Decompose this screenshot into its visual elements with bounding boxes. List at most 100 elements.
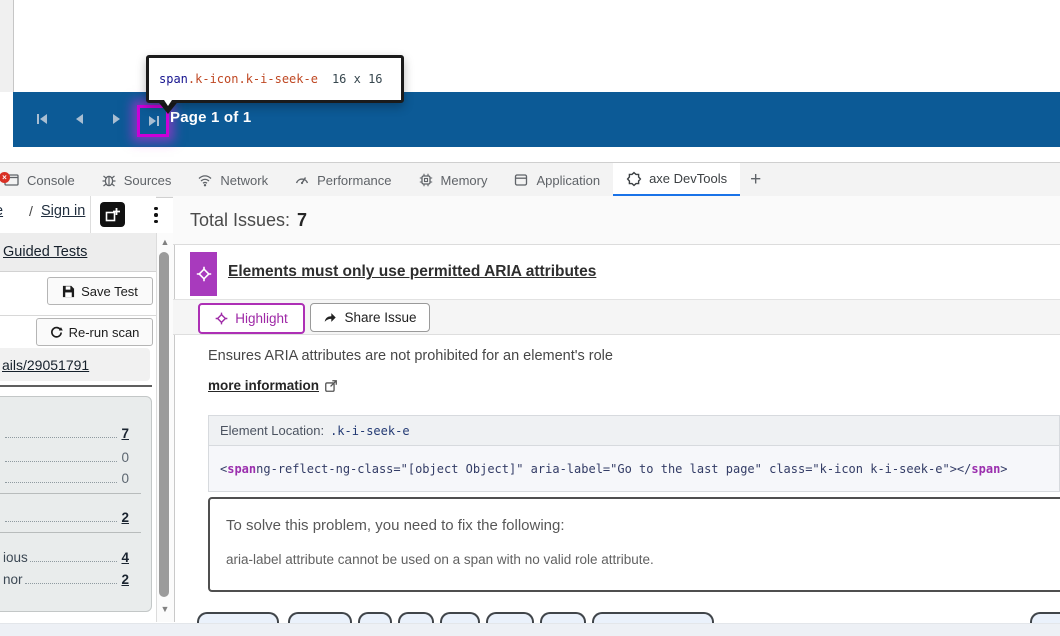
element-location-label: Element Location: [220,423,324,438]
summary-row-minor[interactable]: nor2 [3,572,129,588]
save-test-label: Save Test [81,284,138,299]
first-page-button[interactable] [27,104,57,134]
tab-sources[interactable]: Sources [88,163,185,197]
share-arrow-icon [323,311,337,324]
summary-row-serious[interactable]: ious4 [3,550,129,566]
summary-count[interactable]: 4 [121,550,129,565]
chip-icon [418,172,434,188]
share-issue-button[interactable]: Share Issue [310,303,430,332]
total-issues-count: 7 [297,210,307,231]
tooltip-tag: span [159,72,188,86]
next-page-button[interactable] [101,104,131,134]
issue-summary-panel: 7 0 0 2 ious4 nor2 [0,396,152,612]
devtools-window: Page 1 of 1 span.k-icon.k-i-seek-e 16 x … [0,0,1060,636]
external-link-icon [324,379,338,393]
test-details-link-box[interactable]: ails/29051791 [0,348,150,381]
tab-label: Application [536,173,600,188]
more-options-menu-button[interactable] [147,205,165,225]
rerun-scan-label: Re-run scan [69,325,140,340]
tooltip-classes: .k-icon.k-i-seek-e [188,72,318,86]
breadcrumb-separator: / [29,203,33,219]
highlight-diamond-icon [215,312,228,325]
how-to-solve-box: To solve this problem, you need to fix t… [208,497,1060,592]
summary-divider [0,493,141,494]
highlight-diamond-icon [196,266,212,282]
summary-count[interactable]: 2 [121,510,129,525]
rerun-scan-button[interactable]: Re-run scan [36,318,153,346]
new-tab-button[interactable]: + [740,163,771,197]
guided-tests-tab[interactable]: Guided Tests [0,233,156,272]
solve-title: To solve this problem, you need to fix t… [226,517,565,534]
tab-application[interactable]: Application [500,163,613,197]
tab-label: Sources [124,173,172,188]
summary-count: 0 [121,450,129,465]
cut-off-link-fragment[interactable]: e [0,203,3,219]
issue-type-icon-tile [190,252,217,296]
tab-network[interactable]: Network [184,163,281,197]
solve-detail: aria-label attribute cannot be used on a… [226,552,654,567]
tab-label: axe DevTools [649,171,727,186]
summary-count[interactable]: 7 [121,426,129,441]
summary-count: 0 [121,471,129,486]
tab-memory[interactable]: Memory [405,163,501,197]
highlight-button[interactable]: Highlight [198,303,305,334]
element-selector: .k-i-seek-e [330,424,409,438]
tooltip-tail-inner [162,97,174,106]
gauge-icon [294,172,310,188]
scroll-up-arrow[interactable]: ▲ [159,237,171,247]
add-window-icon [104,206,121,223]
application-icon [513,172,529,188]
summary-row: 0 [3,450,129,466]
scrollbar-thumb[interactable] [159,252,169,597]
open-new-window-button[interactable] [100,202,125,227]
tab-label: Network [220,173,268,188]
save-icon [62,285,75,298]
sidebar-row-divider [0,315,156,316]
issue-description: Ensures ARIA attributes are not prohibit… [208,348,613,364]
guided-tests-label: Guided Tests [3,244,87,260]
code-tag-close: span [971,462,1000,476]
tab-console[interactable]: × Console [0,163,88,197]
axe-logo-icon [626,171,642,187]
issue-title-link[interactable]: Elements must only use permitted ARIA at… [228,263,596,281]
wifi-icon [197,172,213,188]
more-information-link[interactable]: more information [208,378,338,393]
tab-label: Memory [441,173,488,188]
issue-action-row [173,300,1060,335]
test-details-link[interactable]: ails/29051791 [2,357,89,373]
seek-west-icon [34,111,50,127]
element-location-header: Element Location: .k-i-seek-e [208,415,1060,446]
inspect-tooltip: span.k-icon.k-i-seek-e 16 x 16 [146,55,404,103]
bug-icon [101,172,117,188]
sidebar-toolbar: e / Sign in [0,196,156,234]
summary-row[interactable]: 2 [3,510,129,526]
highlight-label: Highlight [235,311,288,326]
tooltip-dimensions: 16 x 16 [332,72,383,86]
scroll-down-arrow[interactable]: ▼ [159,604,171,614]
sidebar-divider [0,385,152,387]
bottom-strip [0,623,1060,636]
code-attributes: ng-reflect-ng-class="[object Object]" ar… [256,462,950,476]
devtools-tab-bar: × Console Sources Network Performance Me… [0,162,1060,198]
tab-performance[interactable]: Performance [281,163,404,197]
seek-east-icon [145,113,161,129]
save-test-button[interactable]: Save Test [47,277,153,305]
total-issues-header: Total Issues: 7 [173,196,1060,245]
refresh-icon [50,326,63,339]
share-issue-label: Share Issue [344,310,416,325]
summary-row: 0 [3,471,129,487]
summary-row-total[interactable]: 7 [3,426,129,442]
arrow-right-icon [108,111,124,127]
summary-divider [0,532,141,533]
toolbar-divider [90,196,91,233]
tab-label: Performance [317,173,391,188]
tab-label: Console [27,173,75,188]
arrow-left-icon [72,111,88,127]
pager-page-label: Page 1 of 1 [170,109,251,126]
code-tag-open: span [227,462,256,476]
sign-in-link[interactable]: Sign in [41,203,85,219]
tab-axe-devtools[interactable]: axe DevTools [613,163,740,197]
element-html-snippet: <span ng-reflect-ng-class="[object Objec… [208,446,1060,492]
summary-count[interactable]: 2 [121,572,129,587]
previous-page-button[interactable] [65,104,95,134]
